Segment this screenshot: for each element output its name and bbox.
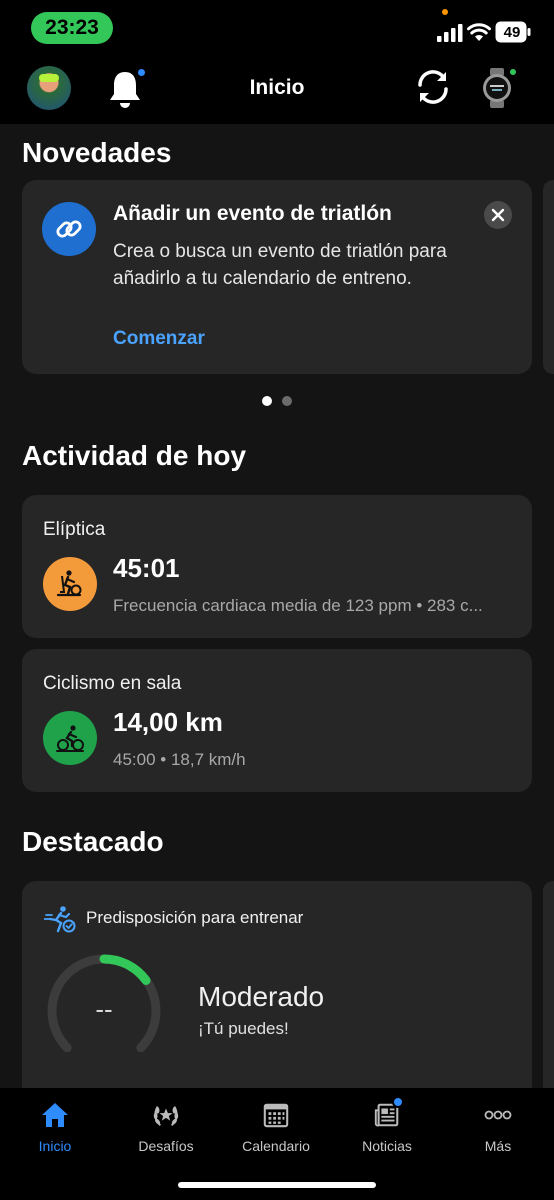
section-title-destacado: Destacado	[22, 826, 164, 857]
home-feed[interactable]: Novedades Añadir un evento de triatlón C…	[0, 124, 554, 1088]
status-bar: 23:23 49	[0, 0, 554, 56]
tab-label: Más	[484, 1138, 512, 1154]
tab-mas[interactable]: Más	[443, 1098, 553, 1158]
section-title-novedades: Novedades	[22, 137, 172, 168]
tab-inicio[interactable]: Inicio	[0, 1098, 110, 1158]
activity-details: 45:00 • 18,7 km/h	[113, 750, 246, 769]
tab-desafios[interactable]: Desafíos	[111, 1098, 221, 1158]
activity-distance: 14,00 km	[113, 707, 223, 737]
laurel-icon	[149, 1098, 183, 1132]
tab-label: Calendario	[242, 1138, 310, 1154]
carousel-pager	[0, 396, 554, 406]
tab-calendario[interactable]: Calendario	[221, 1098, 331, 1158]
page-title: Inicio	[249, 76, 305, 99]
close-button[interactable]	[484, 201, 512, 229]
tab-noticias[interactable]: Noticias	[332, 1096, 442, 1158]
training-readiness-label: Predisposición para entrenar	[86, 908, 304, 927]
readiness-status: Moderado	[198, 981, 325, 1012]
activity-type: Ciclismo en sala	[43, 673, 182, 694]
activity-details: Frecuencia cardiaca media de 123 ppm • 2…	[113, 596, 483, 615]
tab-label: Desafíos	[138, 1138, 194, 1154]
close-icon	[491, 208, 505, 222]
sync-button[interactable]	[412, 66, 454, 108]
next-featured-card[interactable]	[543, 881, 554, 1088]
battery-level: 49	[503, 23, 521, 41]
activity-card-indoor-cycling[interactable]: Ciclismo en sala 14,00 km 45:00 • 18,7 k…	[22, 649, 532, 792]
status-time: 23:23	[31, 12, 113, 44]
section-title-actividad: Actividad de hoy	[22, 440, 247, 471]
training-readiness-icon	[44, 906, 76, 933]
start-link[interactable]: Comenzar	[113, 328, 205, 350]
news-card-title: Añadir un evento de triatlón	[113, 202, 392, 225]
training-readiness-card[interactable]: Predisposición para entrenar -- Moderado…	[22, 881, 532, 1088]
app-header: Inicio	[0, 56, 554, 124]
news-icon	[370, 1096, 404, 1132]
cellular-signal-icon	[437, 24, 463, 42]
indoor-cycling-icon	[43, 711, 97, 765]
readiness-message: ¡Tú puedes!	[198, 1019, 289, 1038]
pager-dot-active[interactable]	[262, 396, 272, 406]
home-indicator	[178, 1182, 376, 1188]
readiness-score: --	[95, 994, 113, 1024]
activity-duration: 45:01	[113, 553, 180, 583]
tab-bar: Inicio Desafíos Calendario Noticias Más	[0, 1088, 554, 1200]
device-connected-badge	[508, 67, 518, 77]
pager-dot[interactable]	[282, 396, 292, 406]
next-news-card[interactable]	[543, 180, 554, 374]
elliptical-icon	[43, 557, 97, 611]
privacy-indicator	[442, 9, 448, 15]
calendar-icon	[259, 1098, 293, 1132]
home-icon	[38, 1098, 72, 1132]
news-card-body: Crea o busca un evento de triatlón para …	[113, 241, 447, 289]
more-icon	[481, 1098, 515, 1132]
link-icon	[42, 202, 96, 256]
activity-card-elliptical[interactable]: Elíptica 45:01 Frecuencia cardiaca media…	[22, 495, 532, 638]
tab-label: Noticias	[362, 1138, 412, 1154]
news-badge	[392, 1096, 404, 1108]
sync-icon	[418, 70, 448, 104]
activity-type: Elíptica	[43, 519, 106, 540]
tab-label: Inicio	[38, 1138, 72, 1154]
wifi-icon	[467, 23, 491, 41]
news-card[interactable]: Añadir un evento de triatlón Crea o busc…	[22, 180, 532, 374]
